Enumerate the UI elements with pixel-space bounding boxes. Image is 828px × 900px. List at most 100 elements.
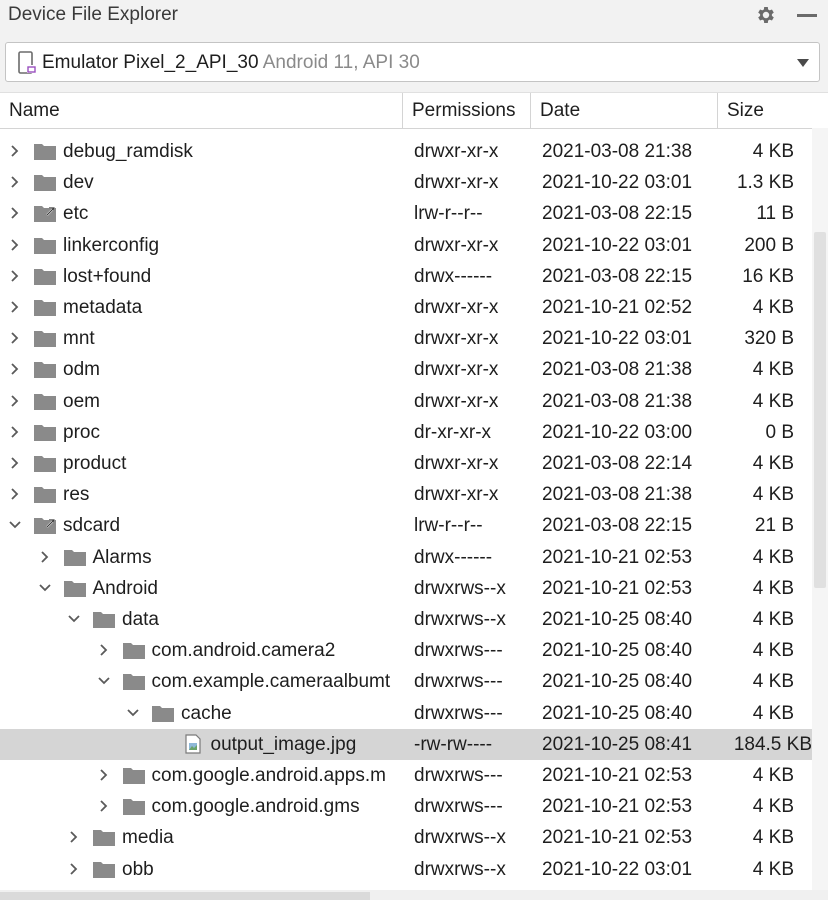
column-header-date[interactable]: Date <box>540 93 580 129</box>
chevron-right-icon[interactable] <box>67 862 81 876</box>
folder-row[interactable]: oem drwxr-xr-x 2021-03-08 21:38 4 KB <box>0 386 812 417</box>
folder-row[interactable]: data drwxrws--x 2021-10-25 08:40 4 KB <box>0 604 812 635</box>
chevron-right-icon[interactable] <box>97 799 111 813</box>
horizontal-scrollbar-thumb[interactable] <box>0 892 370 900</box>
chevron-right-icon[interactable] <box>8 238 22 252</box>
file-permissions: drwxrws--x <box>414 827 506 849</box>
folder-row[interactable]: debug_ramdisk drwxr-xr-x 2021-03-08 21:38 4… <box>0 136 812 167</box>
file-name: com.example.cameraalbumt <box>151 671 391 693</box>
file-permissions: dr-xr-xr-x <box>414 421 492 443</box>
chevron-right-icon[interactable] <box>8 269 22 283</box>
file-size: 4 KB <box>752 609 794 630</box>
folder-row[interactable]: mnt drwxr-xr-x 2021-10-22 03:01 320 B <box>0 323 812 354</box>
file-name: linkerconfig <box>63 234 160 256</box>
chevron-right-icon[interactable] <box>8 175 22 189</box>
file-permissions: drwxr-xr-x <box>414 141 499 162</box>
chevron-right-icon[interactable] <box>8 300 22 314</box>
minimize-icon[interactable] <box>797 14 817 17</box>
file-date: 2021-10-21 02:53 <box>542 577 693 599</box>
folder-row[interactable]: linkerconfig drwxr-xr-x 2021-10-22 03:01 20… <box>0 230 812 261</box>
folder-icon <box>93 861 115 878</box>
folder-icon <box>34 362 56 379</box>
folder-row[interactable]: product drwxr-xr-x 2021-03-08 22:14 4 KB <box>0 448 812 479</box>
folder-icon <box>34 487 56 504</box>
file-row[interactable]: output_image.jpg -rw-rw---- 2021-10-25 08:… <box>0 728 812 760</box>
file-name: com.google.android.gms <box>151 796 360 818</box>
chevron-down-icon[interactable] <box>38 581 52 595</box>
device-dropdown[interactable]: Emulator Pixel_2_API_30 Android 11, API … <box>5 42 820 82</box>
chevron-down-icon[interactable] <box>797 59 809 67</box>
chevron-right-icon[interactable] <box>97 643 111 657</box>
column-header-size[interactable]: Size <box>727 93 764 129</box>
file-permissions: drwxr-xr-x <box>414 234 499 256</box>
file-name: Alarms <box>92 546 152 568</box>
folder-row[interactable]: com.android.camera2 drwxrws--- 2021-10-25 … <box>0 635 812 666</box>
column-header-name[interactable]: Name <box>9 93 60 129</box>
folder-row[interactable]: res drwxr-xr-x 2021-03-08 21:38 4 KB <box>0 479 812 510</box>
chevron-right-icon[interactable] <box>8 394 22 408</box>
folder-row[interactable]: com.google.android.apps.m drwxrws--- 2021-… <box>0 760 812 791</box>
folder-row[interactable]: proc dr-xr-xr-x 2021-10-22 03:00 0 B <box>0 417 812 448</box>
file-name: sdcard <box>63 515 121 537</box>
folder-icon <box>34 268 56 285</box>
chevron-down-icon[interactable] <box>8 518 22 532</box>
folder-icon <box>93 612 115 628</box>
device-detail: Android 11, API 30 <box>258 52 420 73</box>
folder-row[interactable]: com.google.android.gms drwxrws--- 2021-10-… <box>0 791 812 822</box>
chevron-down-icon[interactable] <box>67 612 81 626</box>
file-date: 2021-10-25 08:40 <box>542 609 693 630</box>
file-name: debug_ramdisk <box>63 141 193 162</box>
file-permissions: lrw-r--r-- <box>414 203 483 225</box>
chevron-down-icon[interactable] <box>97 674 111 688</box>
file-size: 200 B <box>744 234 794 256</box>
folder-row[interactable]: Alarms drwx------ 2021-10-21 02:53 4 KB <box>0 542 812 573</box>
folder-icon <box>34 300 56 316</box>
column-header-permissions[interactable]: Permissions <box>412 93 515 129</box>
chevron-right-icon[interactable] <box>8 362 22 376</box>
chevron-right-icon[interactable] <box>8 144 22 158</box>
folder-icon <box>34 237 56 254</box>
folder-row[interactable]: Android drwxrws--x 2021-10-21 02:53 4 KB <box>0 573 812 604</box>
file-size: 16 KB <box>742 265 794 287</box>
folder-row[interactable]: odm drwxr-xr-x 2021-03-08 21:38 4 KB <box>0 354 812 385</box>
folder-row[interactable]: etc lrw-r--r-- 2021-03-08 22:15 11 B <box>0 198 812 229</box>
column-divider[interactable] <box>530 93 531 129</box>
file-size: 11 B <box>756 203 794 225</box>
image-file-icon <box>184 734 201 754</box>
folder-icon <box>93 830 115 847</box>
file-size: 184.5 KB <box>733 733 812 755</box>
file-name: product <box>63 453 127 474</box>
folder-row[interactable]: com.example.cameraalbumt drwxrws--- 2021-1… <box>0 666 812 697</box>
folder-row[interactable]: lost+found drwx------ 2021-03-08 22:15 16 K… <box>0 261 812 292</box>
chevron-right-icon[interactable] <box>8 331 22 345</box>
file-permissions: drwxr-xr-x <box>414 453 499 474</box>
chevron-right-icon[interactable] <box>8 487 22 501</box>
folder-row[interactable]: cache drwxrws--- 2021-10-25 08:40 4 KB <box>0 698 812 729</box>
file-date: 2021-10-22 03:00 <box>542 421 693 443</box>
folder-icon <box>152 705 174 722</box>
folder-row[interactable]: obb drwxrws--x 2021-10-22 03:01 4 KB <box>0 854 812 885</box>
chevron-right-icon[interactable] <box>97 768 111 782</box>
vertical-scrollbar-thumb[interactable] <box>814 232 826 588</box>
gear-icon[interactable] <box>755 4 777 26</box>
chevron-right-icon[interactable] <box>8 206 22 220</box>
file-name: dev <box>63 172 94 194</box>
file-size: 4 KB <box>752 640 794 662</box>
folder-row[interactable]: media drwxrws--x 2021-10-21 02:53 4 KB <box>0 822 812 853</box>
chevron-right-icon[interactable] <box>8 425 22 439</box>
chevron-right-icon[interactable] <box>8 456 22 470</box>
folder-row[interactable]: metadata drwxr-xr-x 2021-10-21 02:52 4 KB <box>0 292 812 323</box>
folder-row[interactable]: sdcard lrw-r--r-- 2021-03-08 22:15 21 B <box>0 510 812 541</box>
chevron-down-icon[interactable] <box>126 706 140 720</box>
chevron-right-icon[interactable] <box>67 830 81 844</box>
file-date: 2021-10-25 08:40 <box>542 671 693 693</box>
file-permissions: drwxr-xr-x <box>414 359 499 381</box>
column-divider[interactable] <box>717 93 718 129</box>
column-divider[interactable] <box>402 93 403 129</box>
file-name: oem <box>63 390 100 412</box>
file-size: 320 B <box>744 328 794 350</box>
file-size: 4 KB <box>752 671 794 693</box>
chevron-right-icon[interactable] <box>38 550 52 564</box>
folder-row[interactable]: dev drwxr-xr-x 2021-10-22 03:01 1.3 KB <box>0 167 812 198</box>
file-name: mnt <box>63 328 95 350</box>
